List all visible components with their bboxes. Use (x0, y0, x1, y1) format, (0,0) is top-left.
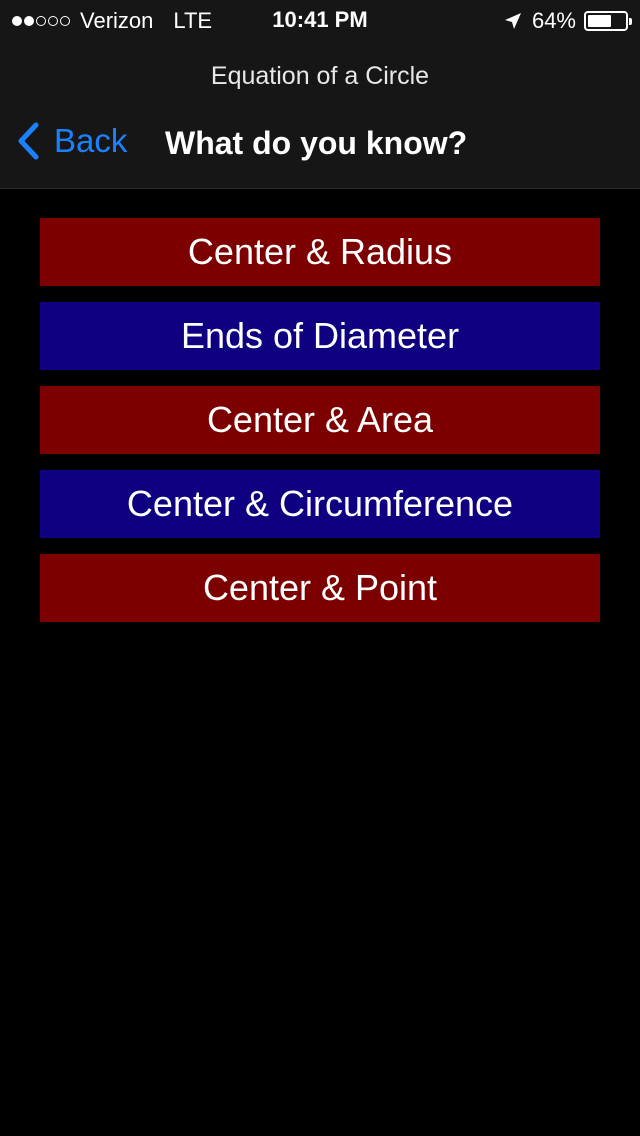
page-title: What do you know? (165, 125, 468, 161)
center-point-button[interactable]: Center & Point (40, 554, 600, 622)
status-right: 64% (504, 8, 632, 34)
option-list: Center & Radius Ends of Diameter Center … (40, 218, 600, 638)
status-bar: Verizon LTE 10:41 PM 64% (0, 0, 640, 40)
ends-of-diameter-button[interactable]: Ends of Diameter (40, 302, 600, 370)
chevron-left-icon (18, 122, 39, 160)
location-arrow-icon (504, 12, 522, 30)
back-label: Back (54, 122, 128, 159)
navigation-bar: Equation of a Circle Back What do you kn… (0, 40, 640, 189)
battery-icon (584, 11, 632, 31)
back-button[interactable]: Back (16, 122, 127, 160)
center-radius-button[interactable]: Center & Radius (40, 218, 600, 286)
app-title: Equation of a Circle (210, 62, 430, 90)
battery-fill (588, 15, 612, 27)
center-circumference-button[interactable]: Center & Circumference (40, 470, 600, 538)
center-area-button[interactable]: Center & Area (40, 386, 600, 454)
battery-tip (629, 18, 632, 25)
battery-percent: 64% (531, 8, 576, 33)
